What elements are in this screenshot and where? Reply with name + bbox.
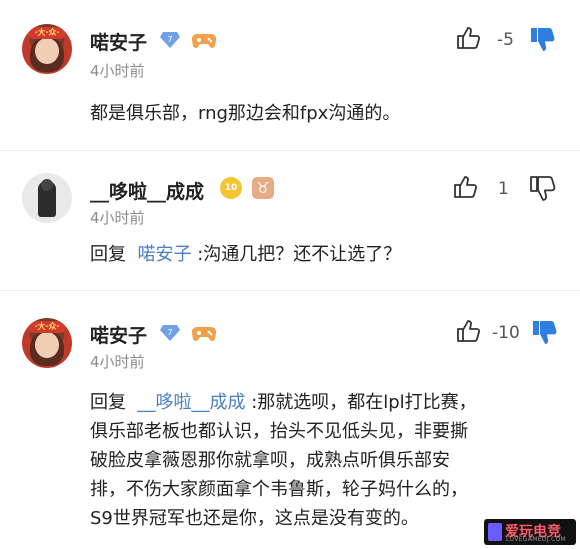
watermark-subtext: LOVEGAMEDJ.COM bbox=[506, 536, 566, 543]
mention-link[interactable]: 喏安子 bbox=[137, 244, 191, 265]
reply-prefix: 回复 bbox=[90, 244, 126, 265]
watermark-logo: 爱玩电竞 LOVEGAMEDJ.COM bbox=[484, 519, 576, 545]
timestamp: 4小时前 bbox=[90, 353, 145, 371]
level-badge-icon: 10 bbox=[220, 177, 242, 199]
comment-line: 破脸皮拿薇恩那你就拿呗，成熟点听俱乐部安 bbox=[90, 450, 450, 471]
dislike-icon[interactable] bbox=[530, 319, 558, 347]
vip-diamond-icon: 7 bbox=[160, 32, 180, 48]
dislike-icon[interactable] bbox=[528, 26, 556, 54]
site-logo-icon bbox=[488, 523, 502, 541]
comment-line: 排，不伤大家颜面拿个韦鲁斯，轮子妈什么的， bbox=[90, 479, 468, 500]
username[interactable]: 喏安子 bbox=[90, 321, 147, 348]
avatar[interactable] bbox=[22, 173, 72, 223]
divider bbox=[0, 290, 580, 291]
comment-line: 回复 __哆啦__成成 :那就选呗，都在lpl打比赛， bbox=[90, 388, 477, 417]
timestamp: 4小时前 bbox=[90, 209, 145, 227]
username[interactable]: 喏安子 bbox=[90, 28, 147, 55]
gamepad-icon bbox=[192, 326, 216, 341]
divider bbox=[0, 150, 580, 151]
avatar[interactable]: ·大·众· bbox=[22, 318, 72, 368]
like-icon[interactable] bbox=[455, 25, 481, 51]
comment-text: 回复 喏安子 :沟通几把？还不让选了？ bbox=[90, 240, 401, 269]
comment-line: 俱乐部老板也都认识，抬头不见低头见，非要撕 bbox=[90, 421, 468, 442]
reply-text: :那就选呗，都在lpl打比赛， bbox=[251, 392, 477, 413]
like-count: -10 bbox=[492, 323, 520, 343]
mention-link[interactable]: __哆啦__成成 bbox=[137, 392, 245, 413]
vip-diamond-icon: 7 bbox=[160, 325, 180, 341]
svg-text:7: 7 bbox=[167, 35, 172, 44]
comment-line: S9世界冠军也还是你，这点是没有变的。 bbox=[90, 508, 419, 529]
like-count: 1 bbox=[498, 179, 509, 199]
svg-text:7: 7 bbox=[167, 328, 172, 337]
comment-text: 都是俱乐部，rng那边会和fpx沟通的。 bbox=[90, 103, 401, 124]
comment-text: 回复 __哆啦__成成 :那就选呗，都在lpl打比赛， 俱乐部老板也都认识，抬头… bbox=[90, 388, 477, 533]
like-count: -5 bbox=[497, 30, 514, 50]
dislike-icon[interactable] bbox=[528, 175, 556, 203]
like-icon[interactable] bbox=[452, 174, 478, 200]
gamepad-icon bbox=[192, 33, 216, 48]
reply-text: :沟通几把？还不让选了？ bbox=[197, 244, 402, 265]
timestamp: 4小时前 bbox=[90, 62, 145, 80]
taurus-icon: ♉ bbox=[252, 177, 274, 199]
reply-prefix: 回复 bbox=[90, 392, 126, 413]
avatar[interactable]: ·大·众· bbox=[22, 24, 72, 74]
username[interactable]: __哆啦__成成 bbox=[90, 177, 204, 204]
like-icon[interactable] bbox=[455, 318, 481, 344]
